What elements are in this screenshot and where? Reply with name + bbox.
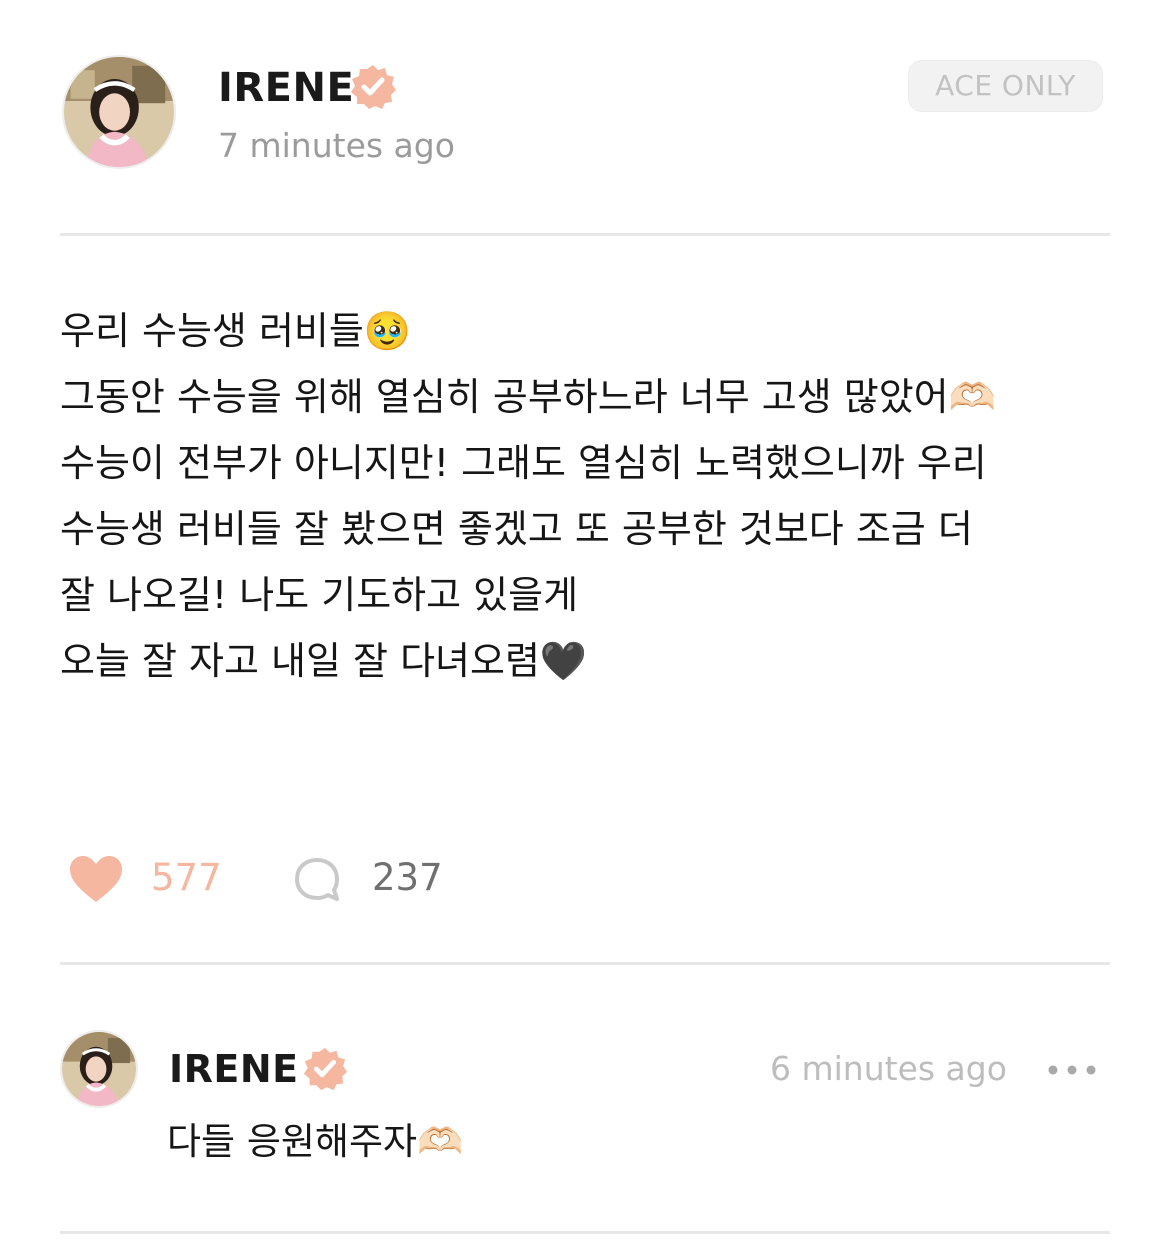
post-timestamp: 7 minutes ago <box>218 126 455 165</box>
post-text-line: 그동안 수능을 위해 열심히 공부하느라 너무 고생 많았어🫶🏻 <box>60 375 996 419</box>
post-author-name[interactable]: IRENE <box>218 62 354 114</box>
comment-timestamp: 6 minutes ago <box>770 1049 1007 1088</box>
ace-only-tag: ACE ONLY <box>908 60 1103 112</box>
post-text-line: 수능생 러비들 잘 봤으면 좋겠고 또 공부한 것보다 조금 더 <box>60 507 973 551</box>
avatar-image <box>62 1032 136 1106</box>
avatar-image <box>64 57 174 167</box>
post-actions: 577 237 <box>60 850 560 910</box>
post-body: 우리 수능생 러비들🥹 그동안 수능을 위해 열심히 공부하느라 너무 고생 많… <box>60 298 1110 694</box>
comment-divider <box>60 1231 1110 1234</box>
post-header: IRENE 7 minutes ago ACE ONLY <box>60 52 1110 176</box>
post-text-line: 우리 수능생 러비들🥹 <box>60 309 412 353</box>
comment-author-name[interactable]: IRENE <box>169 1044 299 1094</box>
actions-divider <box>60 962 1110 965</box>
comment-author-avatar[interactable] <box>60 1030 138 1108</box>
heart-icon[interactable] <box>68 854 124 904</box>
more-options-icon[interactable] <box>1046 1060 1098 1080</box>
comment-text: 다들 응원해주자🫶🏻 <box>167 1120 464 1163</box>
post-text-line: 오늘 잘 자고 내일 잘 다녀오렴🖤 <box>60 639 588 683</box>
verified-badge-icon <box>351 65 396 109</box>
comment-count: 237 <box>372 856 443 899</box>
post-text-line: 수능이 전부가 아니지만! 그래도 열심히 노력했으니까 우리 <box>60 441 987 485</box>
header-divider <box>60 233 1110 236</box>
post-text-line: 잘 나오길! 나도 기도하고 있을게 <box>60 573 579 617</box>
author-avatar[interactable] <box>62 55 176 169</box>
like-count: 577 <box>151 856 222 899</box>
speech-bubble-icon[interactable] <box>292 855 342 905</box>
verified-badge-icon <box>303 1047 348 1091</box>
